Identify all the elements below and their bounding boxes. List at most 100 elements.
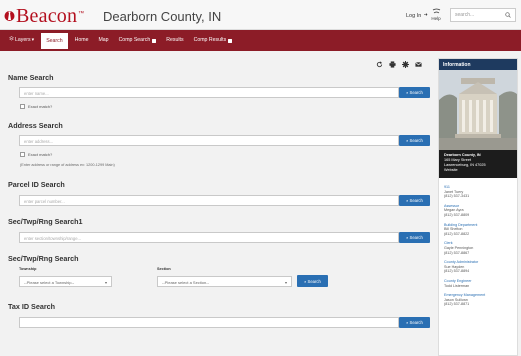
nav-results[interactable]: Results [161, 30, 188, 51]
global-search-input[interactable]: search... [450, 8, 516, 22]
nav-map-label: Map [98, 37, 109, 43]
search-icon: ⌕ [406, 198, 409, 203]
beacon-logo[interactable]: Beacon ™ [4, 6, 84, 26]
nav-comp-results[interactable]: Comp Results [189, 30, 238, 51]
contact-phone: (812) 537-8894 [444, 269, 470, 274]
name-search-input[interactable]: enter name... [19, 87, 399, 98]
tax-search-button-label: Search [409, 320, 423, 325]
logo-trademark: ™ [78, 11, 85, 17]
str2-search-button-label: Search [307, 278, 321, 284]
layers-icon [9, 30, 14, 51]
search-icon: ⌕ [406, 138, 409, 143]
office-website-link[interactable]: Website [444, 168, 512, 173]
nav-home-label: Home [74, 37, 89, 43]
address-search-button-label: Search [409, 138, 423, 143]
address-exact-match[interactable]: Exact match? [20, 152, 52, 157]
address-search-input[interactable]: enter address... [19, 135, 399, 146]
name-search-button-label: Search [409, 90, 423, 95]
tax-search-input[interactable] [19, 317, 399, 328]
nav-search[interactable]: Search [41, 32, 68, 49]
contact-item: County Engineer Todd Listerman [444, 279, 512, 288]
name-search-placeholder: enter name... [24, 91, 49, 96]
contact-phone: (812) 537-8809 [444, 212, 470, 217]
name-search-title: Name Search [8, 73, 54, 82]
contact-phone: (812) 537-3431 [444, 194, 470, 199]
nav-layers[interactable]: Layers ▾ [4, 30, 39, 51]
gear-icon[interactable] [402, 61, 409, 68]
name-search-button[interactable]: ⌕ Search [399, 87, 430, 98]
name-exact-label: Exact match? [28, 104, 53, 109]
nav-comp-search[interactable]: Comp Search [114, 30, 162, 51]
lock-icon [152, 38, 157, 43]
contact-list: 911 Janet Tuery (812) 537-3431 Assessor … [439, 178, 517, 309]
chevron-down-icon: ▾ [284, 280, 287, 285]
contact-item: Building Department Bill Shelton (812) 5… [444, 223, 512, 237]
logo-text: Beacon [16, 5, 78, 27]
str1-search-button[interactable]: ⌕ Search [399, 232, 430, 243]
toolbar [376, 61, 422, 68]
information-title: Information [439, 59, 517, 70]
search-panel: Name Search enter name... ⌕ Search Exact … [0, 51, 437, 356]
print-icon[interactable] [389, 61, 396, 68]
information-panel: Information Dearborn County, IN 165 Mary… [438, 58, 518, 356]
nav-layers-label: Layers [15, 37, 31, 43]
lighthouse-icon [4, 9, 15, 23]
search-icon: ⌕ [406, 90, 409, 95]
nav-map[interactable]: Map [93, 30, 113, 51]
section-select-value: --Please select a Section-- [162, 280, 209, 285]
refresh-icon[interactable] [376, 61, 383, 68]
parcel-search-button[interactable]: ⌕ Search [399, 195, 430, 206]
str2-search-button[interactable]: ⌕ Search [297, 275, 328, 287]
township-select[interactable]: --Please select a Township-- ▾ [19, 276, 112, 287]
str2-search-title: Sec/Twp/Rng Search [8, 254, 79, 263]
tax-search-button[interactable]: ⌕ Search [399, 317, 430, 328]
courthouse-photo [439, 70, 517, 150]
contact-phone: (812) 537-8822 [444, 231, 470, 236]
address-hint: (Enter address or range of address ex: 1… [20, 163, 115, 167]
nav-comp-results-label: Comp Results [193, 37, 227, 43]
contact-item: Emergency Management Jason Sullivan (812… [444, 293, 512, 307]
parcel-search-input[interactable]: enter parcel number... [19, 195, 399, 206]
address-exact-label: Exact match? [28, 152, 53, 157]
email-icon[interactable] [415, 61, 422, 68]
str1-search-input[interactable]: enter section/township/range... [19, 232, 399, 243]
address-search-title: Address Search [8, 121, 63, 130]
name-exact-match[interactable]: Exact match? [20, 104, 52, 109]
login-link[interactable]: Log In [406, 12, 428, 19]
county-name: Dearborn County, IN [103, 9, 222, 24]
search-icon: ⌕ [304, 278, 307, 284]
address-search-placeholder: enter address... [24, 139, 54, 144]
township-select-value: --Please select a Township-- [24, 280, 75, 285]
search-icon: ⌕ [406, 235, 409, 240]
contact-item: County Administrator Sue Hayden (812) 53… [444, 260, 512, 274]
str1-search-placeholder: enter section/township/range... [24, 236, 82, 241]
str1-search-button-label: Search [409, 235, 423, 240]
chevron-down-icon: ▾ [31, 37, 35, 43]
global-search-placeholder: search... [455, 12, 475, 18]
name-exact-checkbox[interactable] [20, 104, 25, 109]
lock-icon [228, 38, 233, 43]
contact-item: Clerk Gayle Pennington (812) 537-8867 [444, 241, 512, 255]
contact-name: Todd Listerman [444, 283, 470, 288]
section-label: Section [157, 267, 171, 271]
search-icon [505, 12, 511, 18]
address-exact-checkbox[interactable] [20, 152, 25, 157]
tax-search-title: Tax ID Search [8, 302, 56, 311]
nav-search-label: Search [46, 37, 63, 44]
contact-phone: (812) 537-8871 [444, 302, 470, 307]
parcel-search-title: Parcel ID Search [8, 180, 65, 189]
nav-home[interactable]: Home [70, 30, 94, 51]
parcel-search-placeholder: enter parcel number... [24, 199, 65, 204]
contact-phone: (812) 537-8867 [444, 250, 470, 255]
main-nav: Layers ▾ Search Home Map Comp Search Res… [0, 30, 521, 51]
help-button[interactable]: Help [429, 8, 443, 21]
help-icon [432, 8, 440, 14]
help-label: Help [431, 16, 441, 21]
address-search-button[interactable]: ⌕ Search [399, 135, 430, 146]
nav-results-label: Results [166, 37, 184, 43]
office-address-block: Dearborn County, IN 165 Mary Street Lawr… [439, 150, 517, 178]
contact-item: Assessor Megan Ayra (812) 537-8809 [444, 204, 512, 218]
section-select[interactable]: --Please select a Section-- ▾ [157, 276, 292, 287]
nav-comp-search-label: Comp Search [118, 37, 151, 43]
parcel-search-button-label: Search [409, 198, 423, 203]
